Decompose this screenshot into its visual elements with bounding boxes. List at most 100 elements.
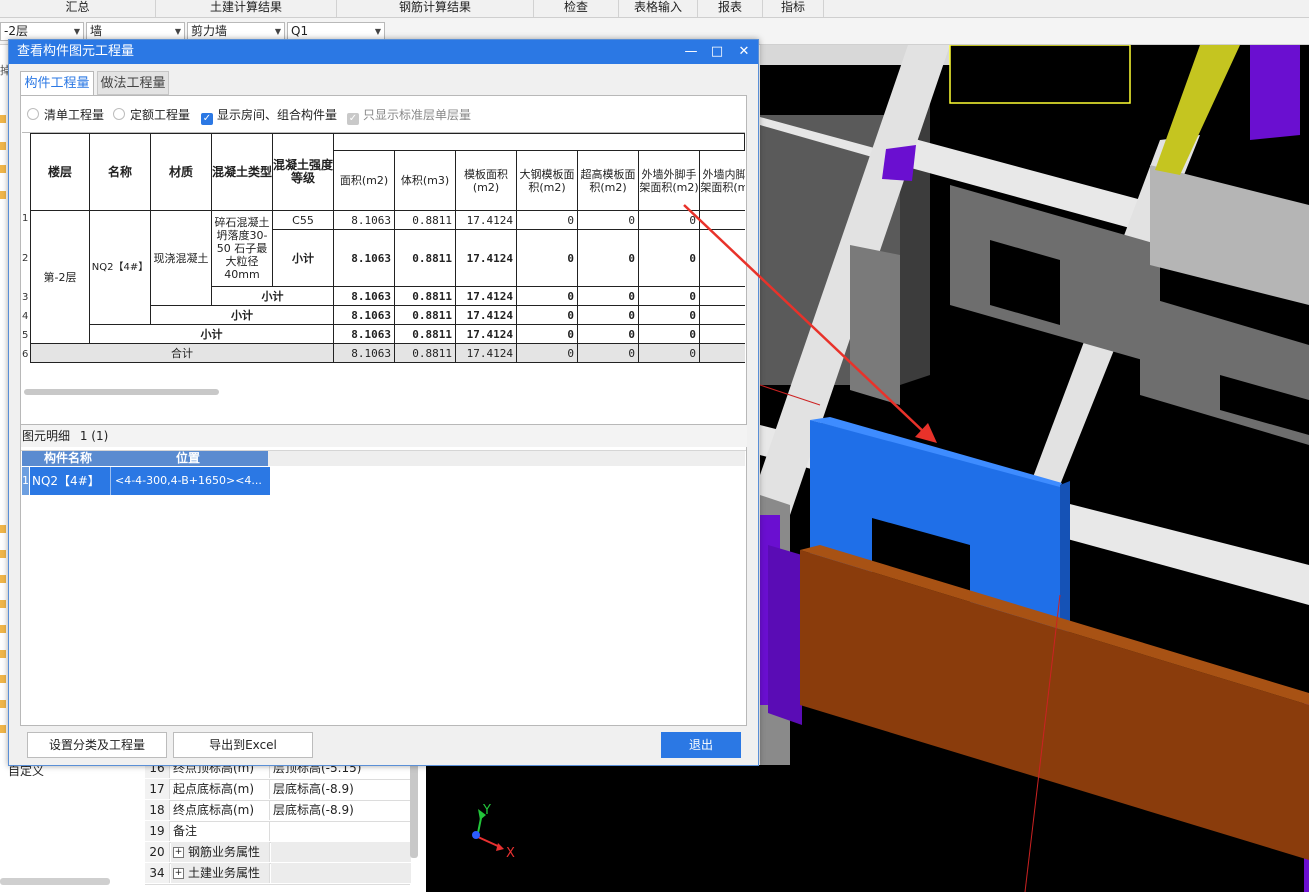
cell-formwork-area[interactable]: 17.4124 <box>456 211 517 230</box>
model-3d-viewport[interactable] <box>760 45 1309 892</box>
property-value[interactable]: 层底标高(-8.9) <box>271 800 411 820</box>
dialog-titlebar[interactable]: 查看构件图元工程量 — □ ✕ <box>9 40 758 64</box>
cell-area[interactable]: 8.1063 <box>334 325 395 344</box>
model-3d-scene[interactable] <box>760 45 1309 892</box>
detail-cell-name[interactable]: NQ2【4#】 <box>30 467 110 495</box>
cell-formwork-area[interactable]: 17.4124 <box>456 287 517 306</box>
maximize-icon[interactable]: □ <box>704 40 730 64</box>
cell-high-formwork[interactable]: 0 <box>578 344 639 363</box>
cell-large-steel-formwork[interactable]: 0 <box>517 287 578 306</box>
cell-large-steel-formwork[interactable]: 0 <box>517 230 578 287</box>
property-row[interactable]: 17 起点底标高(m) 层底标高(-8.9) <box>145 779 410 801</box>
exit-button[interactable]: 退出 <box>661 732 741 758</box>
cell-high-formwork[interactable]: 0 <box>578 230 639 287</box>
cell-subtotal-label[interactable]: 小计 <box>273 230 334 287</box>
tree-scrollbar[interactable] <box>0 878 110 885</box>
header-high-formwork[interactable]: 超高模板面积(m2) <box>578 151 639 211</box>
minimize-icon[interactable]: — <box>678 40 704 64</box>
detail-cell-position[interactable]: <4-4-300,4-B+1650><4... <box>110 467 270 495</box>
expand-icon[interactable]: + <box>173 868 184 879</box>
menu-tab-civil-results[interactable]: 土建计算结果 <box>156 0 337 17</box>
detail-header-name[interactable]: 构件名称 <box>29 451 107 466</box>
cell-inner-scaffold[interactable] <box>700 325 745 344</box>
cell-concrete-grade[interactable]: C55 <box>273 211 334 230</box>
cell-formwork-area[interactable]: 17.4124 <box>456 344 517 363</box>
menu-tab-rebar-results[interactable]: 钢筋计算结果 <box>337 0 534 17</box>
cell-inner-scaffold[interactable] <box>700 344 745 363</box>
property-value[interactable]: 层底标高(-8.9) <box>271 779 411 799</box>
cell-area[interactable]: 8.1063 <box>334 230 395 287</box>
table-horizontal-scrollbar[interactable] <box>24 389 219 395</box>
radio-list-quantity[interactable]: 清单工程量 <box>27 107 104 123</box>
cell-name[interactable]: NQ2【4#】 <box>90 211 151 325</box>
detail-row-number[interactable]: 1 <box>22 467 29 495</box>
cell-outer-scaffold[interactable]: 0 <box>639 211 700 230</box>
header-material[interactable]: 材质 <box>151 133 212 211</box>
cell-formwork-area[interactable]: 17.4124 <box>456 325 517 344</box>
cell-area[interactable]: 8.1063 <box>334 211 395 230</box>
cell-material[interactable]: 现浇混凝土 <box>151 211 212 306</box>
cell-outer-scaffold[interactable]: 0 <box>639 344 700 363</box>
cell-high-formwork[interactable]: 0 <box>578 211 639 230</box>
export-excel-button[interactable]: 导出到Excel <box>173 732 313 758</box>
cell-inner-scaffold[interactable] <box>700 230 745 287</box>
cell-area[interactable]: 8.1063 <box>334 344 395 363</box>
cell-formwork-area[interactable]: 17.4124 <box>456 230 517 287</box>
header-volume[interactable]: 体积(m3) <box>395 151 456 211</box>
cell-large-steel-formwork[interactable]: 0 <box>517 211 578 230</box>
menu-tab-summary[interactable]: 汇总 <box>0 0 156 17</box>
header-area[interactable]: 面积(m2) <box>334 151 395 211</box>
cell-outer-scaffold[interactable]: 0 <box>639 230 700 287</box>
header-outer-scaffold[interactable]: 外墙外脚手架面积(m2) <box>639 151 700 211</box>
cell-subtotal-label[interactable]: 小计 <box>90 325 334 344</box>
expand-icon[interactable]: + <box>173 847 184 858</box>
cell-floor[interactable]: 第-2层 <box>30 211 90 344</box>
tab-component-quantity[interactable]: 构件工程量 <box>20 71 94 95</box>
header-formwork-area[interactable]: 模板面积(m2) <box>456 151 517 211</box>
cell-concrete-type[interactable]: 碎石混凝土 坍落度30-50 石子最大粒径40mm <box>212 211 273 287</box>
cell-volume[interactable]: 0.8811 <box>395 325 456 344</box>
cell-volume[interactable]: 0.8811 <box>395 306 456 325</box>
cell-volume[interactable]: 0.8811 <box>395 211 456 230</box>
property-value[interactable] <box>271 821 411 841</box>
cell-subtotal-label[interactable]: 小计 <box>212 287 334 306</box>
cell-high-formwork[interactable]: 0 <box>578 325 639 344</box>
menu-tab-check[interactable]: 检查 <box>534 0 619 17</box>
tab-method-quantity[interactable]: 做法工程量 <box>97 71 169 95</box>
cell-high-formwork[interactable]: 0 <box>578 306 639 325</box>
cell-large-steel-formwork[interactable]: 0 <box>517 306 578 325</box>
cell-subtotal-label[interactable]: 小计 <box>151 306 334 325</box>
cell-inner-scaffold[interactable] <box>700 211 745 230</box>
cell-volume[interactable]: 0.8811 <box>395 230 456 287</box>
property-scrollbar[interactable] <box>410 758 418 858</box>
checkbox-show-rooms[interactable]: ✓ 显示房间、组合构件量 <box>201 107 337 125</box>
cell-large-steel-formwork[interactable]: 0 <box>517 325 578 344</box>
menu-tab-index[interactable]: 指标 <box>763 0 824 17</box>
header-floor[interactable]: 楼层 <box>30 133 90 211</box>
radio-quota-quantity[interactable]: 定额工程量 <box>113 107 190 123</box>
cell-area[interactable]: 8.1063 <box>334 287 395 306</box>
header-concrete-grade[interactable]: 混凝土强度等级 <box>273 133 334 211</box>
cell-inner-scaffold[interactable] <box>700 287 745 306</box>
cell-total-label[interactable]: 合计 <box>30 344 334 363</box>
cell-high-formwork[interactable]: 0 <box>578 287 639 306</box>
cell-outer-scaffold[interactable]: 0 <box>639 287 700 306</box>
header-inner-scaffold[interactable]: 外墙内脚手架面积(m2) <box>700 151 745 211</box>
menu-tab-table-input[interactable]: 表格输入 <box>619 0 698 17</box>
cell-volume[interactable]: 0.8811 <box>395 287 456 306</box>
property-row-group[interactable]: 20 + 钢筋业务属性 <box>145 842 411 864</box>
detail-header-position[interactable]: 位置 <box>109 451 267 466</box>
cell-outer-scaffold[interactable]: 0 <box>639 325 700 344</box>
property-row[interactable]: 18 终点底标高(m) 层底标高(-8.9) <box>145 800 410 822</box>
header-name[interactable]: 名称 <box>90 133 151 211</box>
cell-large-steel-formwork[interactable]: 0 <box>517 344 578 363</box>
set-category-button[interactable]: 设置分类及工程量 <box>27 732 167 758</box>
cell-volume[interactable]: 0.8811 <box>395 344 456 363</box>
header-concrete-type[interactable]: 混凝土类型 <box>212 133 273 211</box>
property-row-group[interactable]: 34 + 土建业务属性 <box>145 863 411 885</box>
cell-formwork-area[interactable]: 17.4124 <box>456 306 517 325</box>
menu-tab-report[interactable]: 报表 <box>698 0 763 17</box>
header-large-steel-formwork[interactable]: 大钢模板面积(m2) <box>517 151 578 211</box>
property-row[interactable]: 19 备注 <box>145 821 410 843</box>
cell-area[interactable]: 8.1063 <box>334 306 395 325</box>
